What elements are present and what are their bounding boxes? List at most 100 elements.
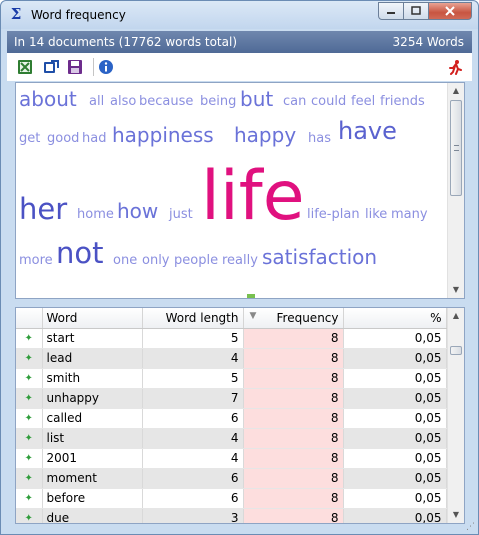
cell-percent: 0,05: [343, 328, 447, 349]
cloud-word[interactable]: also: [110, 95, 136, 108]
cloud-word[interactable]: home: [77, 208, 114, 221]
table-row[interactable]: ✦ list 4 8 0,05: [16, 428, 447, 449]
save-icon[interactable]: [67, 59, 83, 75]
table-row[interactable]: ✦ moment 6 8 0,05: [16, 468, 447, 489]
column-header-word-length[interactable]: Word length: [142, 308, 244, 329]
scroll-down-arrow-icon[interactable]: ▼: [448, 507, 464, 523]
cell-frequency: 8: [243, 388, 344, 409]
cloud-word[interactable]: about: [19, 89, 77, 109]
cloud-word[interactable]: just: [169, 208, 193, 221]
cell-word: smith: [42, 368, 143, 389]
column-header-percent[interactable]: %: [343, 308, 447, 329]
cell-word: unhappy: [42, 388, 143, 409]
info-icon[interactable]: [98, 59, 114, 75]
cloud-word[interactable]: life-plan: [307, 208, 360, 221]
cell-frequency: 8: [243, 368, 344, 389]
cell-word-length: 6: [142, 488, 244, 509]
cell-percent: 0,05: [343, 348, 447, 369]
column-header-word[interactable]: Word: [42, 308, 143, 329]
scroll-thumb[interactable]: [450, 346, 462, 355]
cloud-word[interactable]: good: [47, 132, 79, 145]
export-icon[interactable]: [43, 59, 59, 75]
cloud-word[interactable]: satisfaction: [262, 247, 377, 267]
scroll-down-arrow-icon[interactable]: ▼: [448, 282, 464, 298]
table-row[interactable]: ✦ lead 4 8 0,05: [16, 348, 447, 369]
run-icon[interactable]: [447, 59, 463, 75]
cloud-word[interactable]: not: [56, 239, 104, 268]
minimize-button[interactable]: [378, 2, 404, 20]
cell-frequency: 8: [243, 448, 344, 469]
sigma-icon: Σ: [10, 5, 22, 23]
cloud-word[interactable]: but: [240, 89, 273, 109]
documents-summary: In 14 documents (17762 words total): [14, 35, 238, 49]
cell-word: start: [42, 328, 143, 349]
cell-word: list: [42, 428, 143, 449]
cell-word-length: 5: [142, 368, 244, 389]
cloud-word[interactable]: more: [19, 254, 53, 267]
cell-word: called: [42, 408, 143, 429]
table-row[interactable]: ✦ smith 5 8 0,05: [16, 368, 447, 389]
scroll-thumb[interactable]: [450, 100, 462, 196]
column-header-frequency[interactable]: ▼ Frequency: [243, 308, 344, 329]
toolbar: [7, 53, 472, 81]
cloud-word[interactable]: all: [89, 95, 104, 108]
cell-percent: 0,05: [343, 488, 447, 509]
cloud-word[interactable]: one: [113, 254, 137, 267]
word-cloud-scrollbar[interactable]: ▲ ▼: [447, 83, 464, 298]
cloud-word[interactable]: has: [308, 132, 331, 145]
cloud-word[interactable]: her: [19, 195, 67, 224]
cloud-word[interactable]: can: [283, 95, 306, 108]
row-marker-icon: ✦: [16, 508, 43, 523]
resize-grip-icon[interactable]: ⋰: [466, 522, 476, 532]
close-button[interactable]: [428, 2, 472, 20]
maximize-button[interactable]: [403, 2, 429, 20]
cloud-word[interactable]: life: [201, 163, 305, 231]
cell-percent: 0,05: [343, 428, 447, 449]
cell-word-length: 4: [142, 348, 244, 369]
cloud-word[interactable]: only: [142, 254, 170, 267]
row-marker-icon: ✦: [16, 488, 43, 509]
cloud-word[interactable]: happy: [234, 125, 296, 145]
window-controls: [378, 2, 472, 20]
scroll-up-arrow-icon[interactable]: ▲: [448, 83, 464, 99]
table-row[interactable]: ✦ 2001 4 8 0,05: [16, 448, 447, 469]
cloud-word[interactable]: like: [365, 208, 387, 221]
cell-word-length: 6: [142, 468, 244, 489]
table-row[interactable]: ✦ unhappy 7 8 0,05: [16, 388, 447, 409]
cloud-word[interactable]: feel: [351, 95, 375, 108]
scroll-up-arrow-icon[interactable]: ▲: [448, 308, 464, 324]
cloud-word[interactable]: really: [222, 254, 258, 267]
export-excel-icon[interactable]: [17, 59, 33, 75]
table-scrollbar[interactable]: ▲ ▼: [447, 308, 464, 523]
cloud-word[interactable]: get: [19, 132, 40, 145]
cell-percent: 0,05: [343, 448, 447, 469]
frequency-table-panel: Word Word length ▼ Frequency % ✦ start 5 …: [15, 307, 465, 524]
table-row[interactable]: ✦ due 3 8 0,05: [16, 508, 447, 523]
table-row[interactable]: ✦ before 6 8 0,05: [16, 488, 447, 509]
window-title: Word frequency: [31, 8, 126, 22]
cloud-word[interactable]: friends: [380, 95, 425, 108]
cloud-word[interactable]: because: [139, 95, 193, 108]
cell-percent: 0,05: [343, 388, 447, 409]
cloud-word[interactable]: had: [82, 132, 106, 145]
cloud-word[interactable]: happiness: [112, 125, 214, 145]
row-marker-icon: ✦: [16, 328, 43, 349]
column-header-mark[interactable]: [16, 308, 43, 329]
cell-word: moment: [42, 468, 143, 489]
cloud-word[interactable]: being: [200, 95, 236, 108]
table-row[interactable]: ✦ called 6 8 0,05: [16, 408, 447, 429]
table-header-row: Word Word length ▼ Frequency %: [16, 308, 447, 329]
cloud-word[interactable]: have: [338, 119, 397, 143]
cloud-word[interactable]: people: [174, 254, 218, 267]
cloud-word[interactable]: how: [117, 201, 158, 221]
cell-word-length: 4: [142, 448, 244, 469]
cell-word: before: [42, 488, 143, 509]
table-row[interactable]: ✦ start 5 8 0,05: [16, 328, 447, 349]
cell-word-length: 7: [142, 388, 244, 409]
toolbar-separator: [93, 58, 94, 76]
cloud-word[interactable]: could: [311, 95, 346, 108]
cell-frequency: 8: [243, 348, 344, 369]
cell-frequency: 8: [243, 468, 344, 489]
title-bar[interactable]: Σ Word frequency: [1, 1, 478, 29]
cloud-word[interactable]: many: [391, 208, 428, 221]
